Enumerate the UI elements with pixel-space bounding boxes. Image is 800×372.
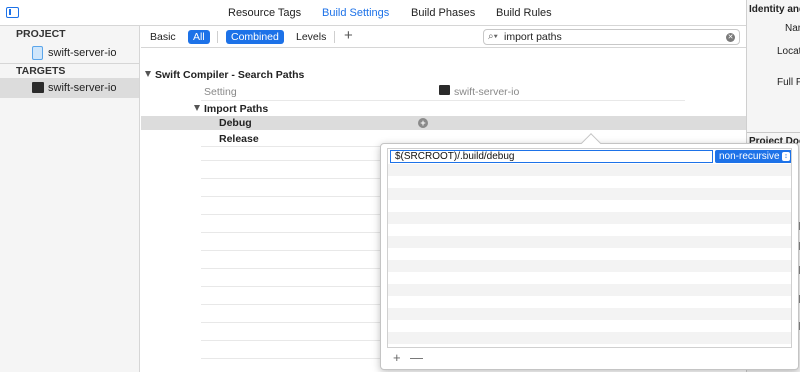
- recursive-option-select[interactable]: non-recursive ↕: [715, 150, 791, 163]
- import-path-input[interactable]: [390, 150, 713, 163]
- sidebar-item-label: swift-server-io: [48, 47, 117, 59]
- path-list: non-recursive ↕: [387, 148, 792, 348]
- add-condition-icon[interactable]: +: [418, 118, 428, 128]
- search-field[interactable]: ⌕▾ import paths ✕: [483, 29, 740, 45]
- section-title[interactable]: Swift Compiler - Search Paths: [145, 69, 304, 81]
- disclosure-triangle-icon[interactable]: [194, 105, 200, 111]
- tab-build-phases[interactable]: Build Phases: [411, 7, 475, 19]
- project-section-header: PROJECT: [16, 28, 66, 40]
- remove-path-button[interactable]: —: [410, 350, 423, 365]
- add-setting-button[interactable]: +: [344, 27, 353, 44]
- tab-build-settings[interactable]: Build Settings: [322, 7, 389, 19]
- target-column-header: swift-server-io: [454, 86, 520, 98]
- filter-divider: [334, 31, 335, 43]
- clear-search-icon[interactable]: ✕: [726, 33, 735, 42]
- add-path-button[interactable]: +: [393, 350, 401, 365]
- sidebar-item-target[interactable]: swift-server-io: [0, 78, 139, 98]
- path-list-row[interactable]: [388, 332, 791, 344]
- tab-resource-tags[interactable]: Resource Tags: [228, 7, 301, 19]
- path-list-row[interactable]: [388, 308, 791, 320]
- target-terminal-icon: [439, 85, 450, 95]
- path-list-row[interactable]: [388, 200, 791, 212]
- path-list-row[interactable]: [388, 260, 791, 272]
- sidebar-item-label: swift-server-io: [48, 82, 117, 94]
- inspector-title: Identity and: [749, 4, 800, 15]
- config-name-release[interactable]: Release: [219, 133, 259, 145]
- tab-build-rules[interactable]: Build Rules: [496, 7, 552, 19]
- name-label: Nar: [785, 23, 800, 34]
- location-label: Locatio: [777, 46, 800, 57]
- path-list-row[interactable]: [388, 224, 791, 236]
- path-list-row[interactable]: [388, 188, 791, 200]
- setting-column-header: Setting: [204, 86, 237, 98]
- combined-view-button[interactable]: Combined: [226, 30, 284, 44]
- disclosure-triangle-icon[interactable]: [145, 71, 151, 77]
- full-path-label: Full Pa: [777, 77, 800, 88]
- all-filter-button[interactable]: All: [188, 30, 210, 44]
- path-list-row[interactable]: [388, 176, 791, 188]
- stepper-arrows-icon: ↕: [782, 152, 790, 161]
- row-divider: [201, 100, 685, 101]
- recursive-option-label: non-recursive: [719, 151, 780, 162]
- filter-divider: [217, 31, 218, 43]
- path-list-row[interactable]: [388, 320, 791, 332]
- path-list-row[interactable]: [388, 248, 791, 260]
- basic-filter-button[interactable]: Basic: [150, 31, 176, 43]
- levels-view-button[interactable]: Levels: [296, 31, 326, 43]
- navigator-toggle-icon[interactable]: [6, 7, 19, 18]
- sidebar-divider: [0, 63, 139, 64]
- path-list-row[interactable]: [388, 212, 791, 224]
- editor-tab-bar: Resource Tags Build Settings Build Phase…: [0, 0, 746, 26]
- sidebar-item-project[interactable]: swift-server-io: [0, 43, 139, 63]
- inspector-divider: [747, 132, 800, 133]
- build-settings-filter-bar: Basic All Combined Levels + ⌕▾ import pa…: [141, 26, 746, 48]
- path-list-row[interactable]: [388, 164, 791, 176]
- path-list-row[interactable]: [388, 296, 791, 308]
- import-paths-row[interactable]: Import Paths: [194, 103, 268, 115]
- project-file-icon: [32, 46, 43, 60]
- path-list-row[interactable]: [388, 272, 791, 284]
- terminal-target-icon: [32, 82, 44, 93]
- debug-config-row[interactable]: Debug +: [141, 116, 746, 130]
- path-list-row[interactable]: [388, 284, 791, 296]
- search-icon: ⌕▾: [488, 31, 498, 42]
- setting-name: Import Paths: [204, 103, 269, 115]
- targets-section-header: TARGETS: [16, 65, 66, 77]
- import-paths-popover: non-recursive ↕ + —: [380, 133, 799, 370]
- config-name-debug: Debug: [219, 117, 252, 129]
- section-title-label: Swift Compiler - Search Paths: [155, 69, 305, 81]
- path-list-row[interactable]: [388, 236, 791, 248]
- search-input[interactable]: import paths: [504, 31, 562, 43]
- project-target-sidebar: PROJECT swift-server-io TARGETS swift-se…: [0, 26, 140, 372]
